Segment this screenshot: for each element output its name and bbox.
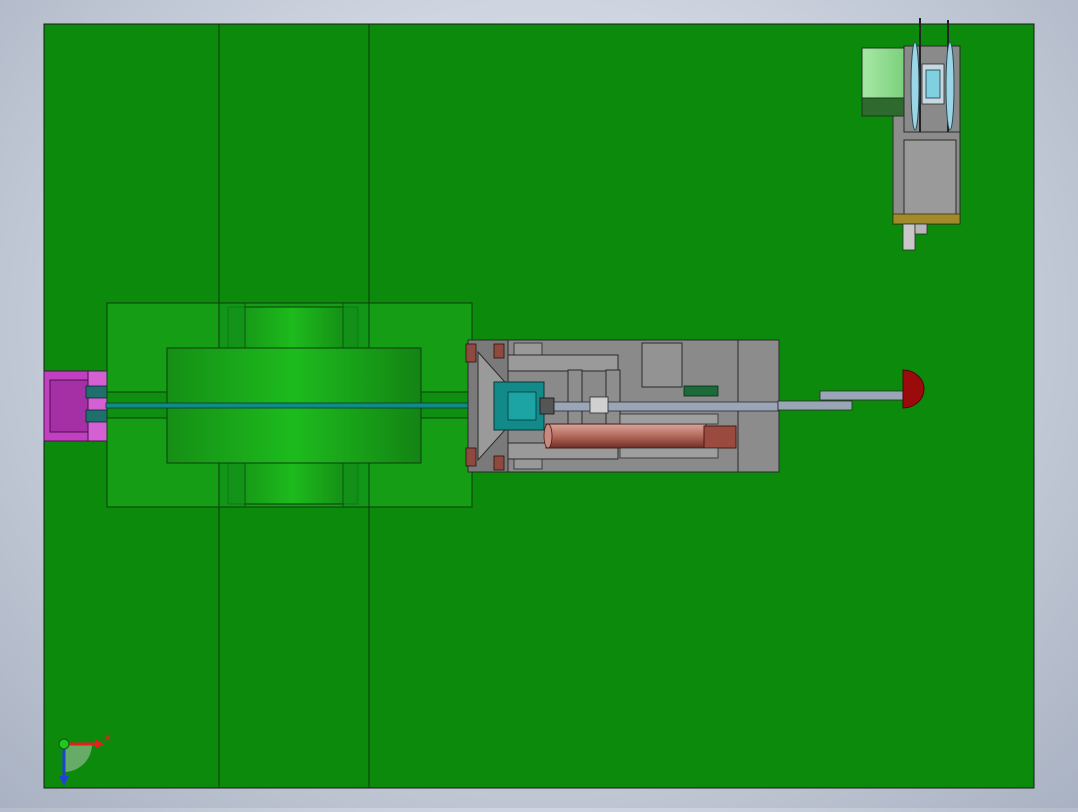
cad-viewport[interactable]: X: [0, 0, 1078, 808]
x-axis-label: X: [104, 733, 111, 744]
y-axis-dot: [58, 738, 70, 750]
drum-lower: [227, 461, 359, 505]
piston-rod: [547, 401, 779, 412]
magenta-end-block[interactable]: [43, 370, 109, 442]
shaft: [105, 402, 479, 409]
hydraulic-cylinder: [545, 423, 707, 449]
green-module-assembly[interactable]: [105, 302, 479, 508]
drum-upper: [227, 306, 359, 350]
